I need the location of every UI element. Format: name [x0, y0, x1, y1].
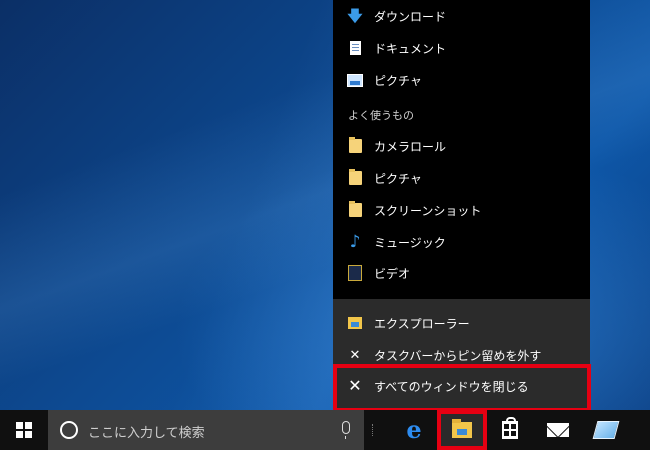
- mail-icon: [547, 423, 569, 437]
- windows-logo-icon: [16, 422, 32, 438]
- jump-list-places: 🡇 ダウンロード ドキュメント ピクチャ よく使うもの カメラロール ピクチャ …: [333, 0, 590, 299]
- jump-list-item-pictures[interactable]: ピクチャ: [333, 65, 590, 95]
- edge-icon: e: [406, 415, 422, 444]
- store-icon: [502, 417, 518, 439]
- jump-list-item-label: スクリーンショット: [374, 203, 482, 218]
- search-placeholder: ここに入力して検索: [88, 426, 205, 441]
- folder-icon: [347, 137, 363, 154]
- video-icon: [347, 265, 363, 281]
- jump-list-item-label: タスクバーからピン留めを外す: [374, 348, 542, 363]
- cortana-icon: [60, 421, 78, 439]
- jump-list-item-label: カメラロール: [374, 139, 447, 154]
- file-explorer-icon: [347, 315, 363, 331]
- folder-icon: [347, 201, 363, 218]
- file-explorer-jump-list: 🡇 ダウンロード ドキュメント ピクチャ よく使うもの カメラロール ピクチャ …: [333, 0, 590, 410]
- jump-list-item-music[interactable]: ♪ ミュージック: [333, 227, 590, 257]
- search-box[interactable]: ここに入力して検索: [48, 410, 364, 450]
- frequent-section-header: よく使うもの: [348, 109, 414, 122]
- jump-list-item-pictures-folder[interactable]: ピクチャ: [333, 163, 590, 193]
- highlight-box-close-all-windows: [333, 364, 591, 412]
- jump-list-item-camera-roll[interactable]: カメラロール: [333, 131, 590, 161]
- jump-list-item-screenshots[interactable]: スクリーンショット: [333, 195, 590, 225]
- jump-list-item-label: ピクチャ: [374, 73, 422, 88]
- taskbar: ここに入力して検索 e: [0, 410, 650, 450]
- jump-list-item-label: ピクチャ: [374, 171, 422, 186]
- unpin-icon: ✕: [349, 347, 361, 363]
- start-button[interactable]: [0, 410, 48, 450]
- picture-icon: [347, 72, 363, 88]
- folder-icon: [347, 169, 363, 186]
- taskbar-mail-button[interactable]: [534, 410, 582, 450]
- taskbar-sticky-notes-button[interactable]: [582, 410, 630, 450]
- jump-list-item-label: ビデオ: [374, 266, 411, 281]
- jump-list-item-label: ミュージック: [374, 235, 446, 250]
- document-icon: [347, 40, 363, 56]
- taskbar-separator: [372, 424, 375, 436]
- jump-list-open-file-explorer[interactable]: エクスプローラー: [333, 308, 590, 338]
- taskbar-store-button[interactable]: [486, 410, 534, 450]
- jump-list-item-label: エクスプローラー: [374, 316, 470, 331]
- jump-list-item-videos[interactable]: ビデオ: [333, 258, 590, 288]
- music-icon: ♪: [349, 231, 361, 252]
- taskbar-edge-button[interactable]: e: [390, 410, 438, 450]
- jump-list-item-label: ドキュメント: [374, 41, 447, 56]
- download-icon: 🡇: [347, 6, 363, 25]
- highlight-box-file-explorer: [437, 410, 487, 450]
- microphone-icon[interactable]: [342, 421, 350, 439]
- jump-list-item-downloads[interactable]: 🡇 ダウンロード: [333, 1, 590, 31]
- jump-list-item-documents[interactable]: ドキュメント: [333, 33, 590, 63]
- sticky-notes-icon: [592, 421, 620, 439]
- jump-list-item-label: ダウンロード: [374, 9, 447, 24]
